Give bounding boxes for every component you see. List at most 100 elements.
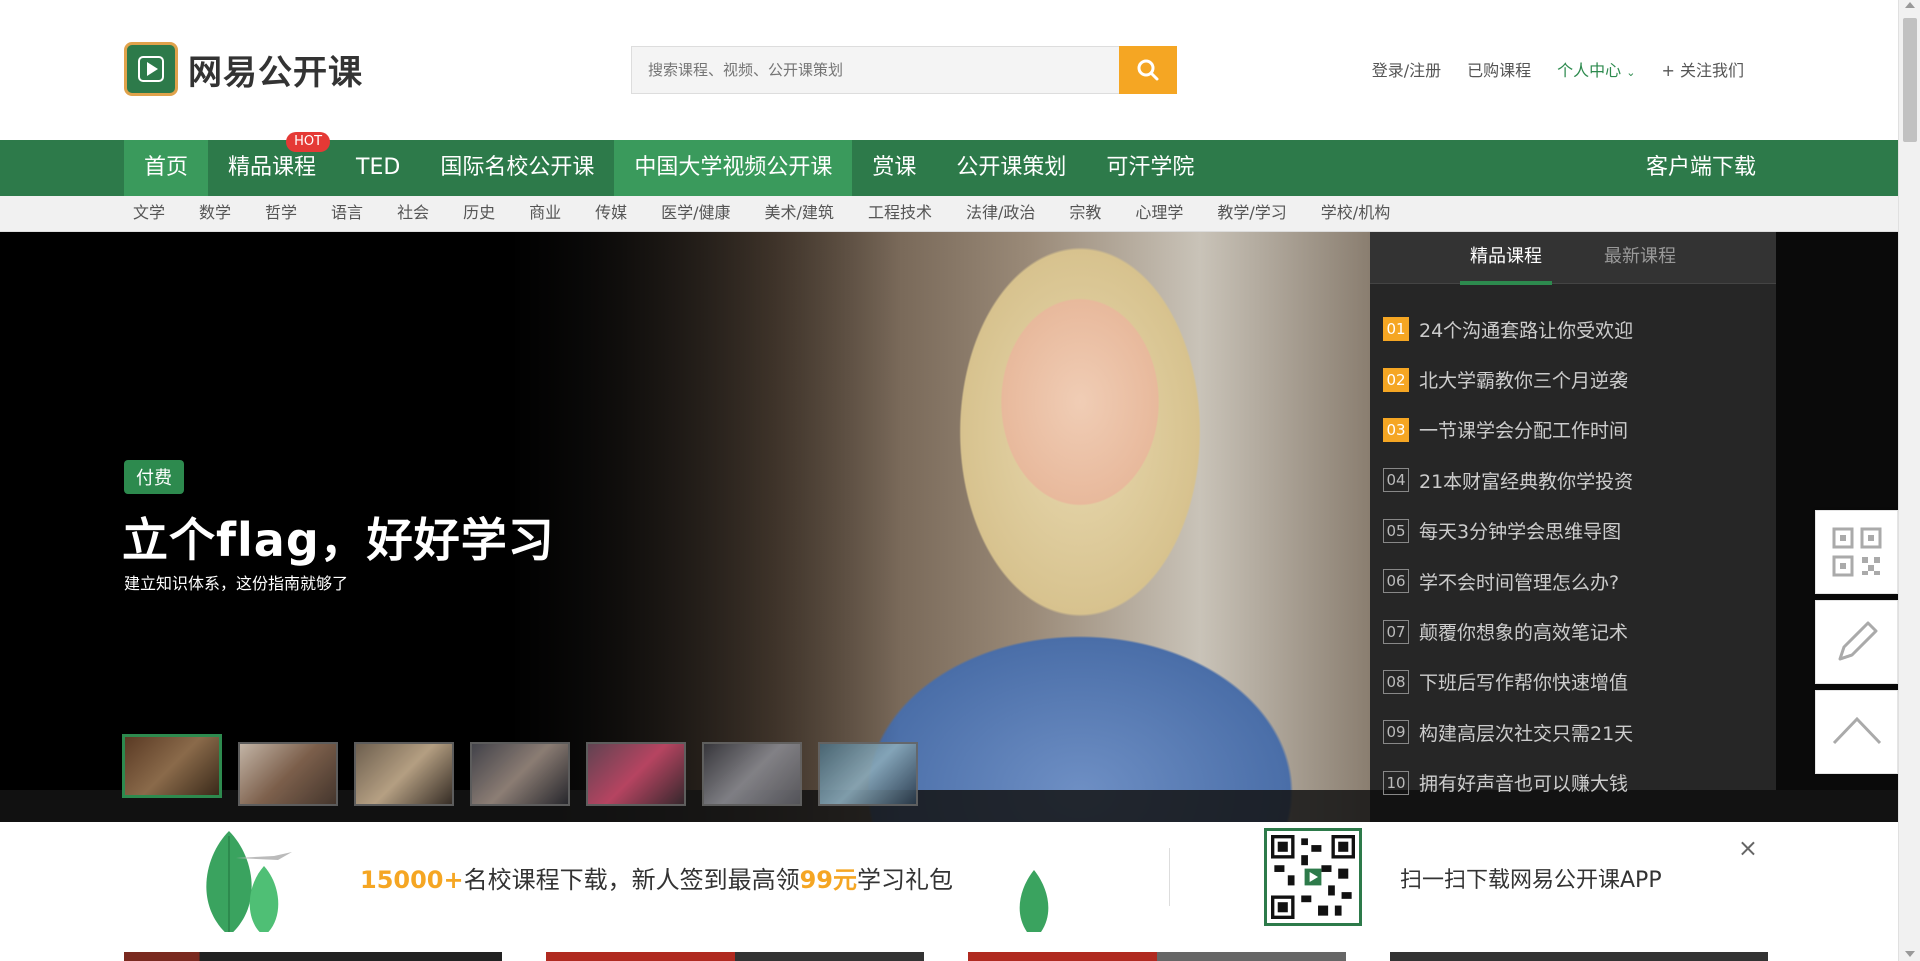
course-title: 21本财富经典教你学投资 [1419, 470, 1634, 493]
category-item[interactable]: 医学/健康 [661, 196, 730, 230]
banner-thumbnail[interactable] [586, 742, 686, 806]
scrollbar[interactable] [1898, 0, 1920, 961]
search-button[interactable] [1119, 46, 1177, 94]
tab-latest-courses[interactable]: 最新课程 [1600, 232, 1680, 283]
close-icon[interactable]: × [1738, 834, 1758, 862]
back-to-top-button[interactable] [1815, 690, 1898, 774]
category-item[interactable]: 文学 [133, 196, 165, 230]
course-title: 学不会时间管理怎么办? [1419, 571, 1620, 594]
banner-thumbnail[interactable] [122, 734, 222, 798]
category-item[interactable]: 语言 [331, 196, 363, 230]
divider [1169, 848, 1170, 906]
list-item[interactable]: 02 北大学霸教你三个月逆袭 [1370, 354, 1776, 404]
hot-badge: HOT [286, 132, 331, 152]
nav-item-khan[interactable]: 可汗学院 [1086, 140, 1214, 196]
qr-code [1264, 828, 1362, 926]
banner-thumbnail[interactable] [354, 742, 454, 806]
category-item[interactable]: 心理学 [1135, 196, 1183, 230]
promo-text-1: 名校课程下载，新人签到最高领 [463, 866, 800, 894]
nav-item-shangke[interactable]: 赏课 [852, 140, 936, 196]
category-item[interactable]: 数学 [199, 196, 231, 230]
category-item[interactable]: 工程技术 [868, 196, 932, 230]
rank-number: 03 [1383, 417, 1409, 442]
course-ranking-panel: 精品课程 最新课程 01 24个沟通套路让你受欢迎 02 北大学霸教你三个月逆袭 0… [1370, 232, 1776, 795]
nav-item-premium-label: 精品课程 [228, 155, 317, 180]
list-item[interactable]: 10 拥有好声音也可以赚大钱 [1370, 758, 1776, 808]
follow-link[interactable]: 关注我们 [1661, 57, 1744, 81]
chevron-down-icon: ⌄ [1626, 66, 1636, 79]
list-item[interactable]: 03 一节课学会分配工作时间 [1370, 405, 1776, 455]
category-item[interactable]: 哲学 [265, 196, 297, 230]
course-title: 构建高层次社交只需21天 [1419, 722, 1634, 745]
list-item[interactable]: 04 21本财富经典教你学投资 [1370, 455, 1776, 505]
list-item[interactable]: 06 学不会时间管理怎么办? [1370, 556, 1776, 606]
rank-number: 04 [1383, 468, 1409, 493]
list-item[interactable]: 05 每天3分钟学会思维导图 [1370, 506, 1776, 556]
logo-text: 网易公开课 [188, 52, 363, 93]
promo-text[interactable]: 15000+名校课程下载，新人签到最高领99元学习礼包 [360, 860, 953, 895]
main-nav: 首页 精品课程 HOT TED 国际名校公开课 中国大学视频公开课 赏课 公开课策… [0, 132, 1898, 196]
chevron-up-icon [1832, 716, 1881, 745]
nav-item-premium[interactable]: 精品课程 HOT [208, 132, 336, 196]
side-toolbar [1815, 510, 1898, 780]
plane-decoration-icon [236, 852, 292, 860]
play-logo-icon [124, 42, 178, 96]
promo-count: 15000+ [360, 866, 464, 894]
category-item[interactable]: 学校/机构 [1321, 196, 1390, 230]
list-item[interactable]: 09 构建高层次社交只需21天 [1370, 707, 1776, 757]
banner-thumbnail[interactable] [818, 742, 918, 806]
banner-title[interactable]: 立个flag，好好学习 [122, 504, 555, 570]
rank-number: 10 [1383, 770, 1409, 795]
feedback-button[interactable] [1815, 600, 1898, 684]
rank-number: 08 [1383, 669, 1409, 694]
rank-number: 02 [1383, 367, 1409, 392]
category-item[interactable]: 法律/政治 [966, 196, 1035, 230]
category-item[interactable]: 传媒 [595, 196, 627, 230]
banner-thumbnail[interactable] [702, 742, 802, 806]
banner-thumbnail[interactable] [470, 742, 570, 806]
category-item[interactable]: 商业 [529, 196, 561, 230]
scroll-thumb[interactable] [1903, 18, 1917, 142]
rank-number: 06 [1383, 569, 1409, 594]
nav-item-planning[interactable]: 公开课策划 [936, 140, 1086, 196]
card-preview [124, 952, 502, 961]
qr-code-icon [1832, 527, 1881, 577]
pencil-icon [1838, 621, 1877, 661]
rank-number: 01 [1383, 317, 1409, 342]
scroll-down-arrow-icon[interactable] [1905, 951, 1915, 957]
client-download-link[interactable]: 客户端下载 [1646, 140, 1756, 196]
course-title: 每天3分钟学会思维导图 [1419, 521, 1622, 544]
category-item[interactable]: 历史 [463, 196, 495, 230]
banner-thumbnails [122, 734, 918, 806]
promo-text-2: 学习礼包 [857, 866, 954, 894]
purchased-link[interactable]: 已购课程 [1467, 57, 1531, 81]
list-item[interactable]: 08 下班后写作帮你快速增值 [1370, 657, 1776, 707]
banner-subtitle: 建立知识体系，这份指南就够了 [124, 574, 349, 593]
tab-premium-courses[interactable]: 精品课程 [1460, 232, 1552, 285]
category-item[interactable]: 美术/建筑 [765, 196, 834, 230]
list-item[interactable]: 01 24个沟通套路让你受欢迎 [1370, 304, 1776, 354]
nav-item-ted[interactable]: TED [336, 140, 420, 196]
course-title: 颠覆你想象的高效笔记术 [1419, 622, 1629, 645]
category-item[interactable]: 宗教 [1069, 196, 1101, 230]
category-item[interactable]: 教学/学习 [1217, 196, 1286, 230]
personal-center-link[interactable]: 个人中心 ⌄ [1557, 57, 1635, 81]
rank-number: 07 [1383, 619, 1409, 644]
category-item[interactable]: 社会 [397, 196, 429, 230]
card-preview [968, 952, 1346, 961]
nav-item-international[interactable]: 国际名校公开课 [420, 140, 614, 196]
nav-item-home[interactable]: 首页 [124, 140, 209, 196]
scroll-up-arrow-icon[interactable] [1905, 2, 1915, 8]
leaf-decoration-icon [206, 831, 279, 932]
course-title: 一节课学会分配工作时间 [1419, 420, 1629, 443]
header: 网易公开课 登录/注册 已购课程 个人中心 ⌄ 关注我们 [0, 0, 1898, 140]
login-link[interactable]: 登录/注册 [1372, 57, 1441, 81]
qr-code-icon [1271, 835, 1355, 919]
banner-thumbnail[interactable] [238, 742, 338, 806]
nav-item-china-university[interactable]: 中国大学视频公开课 [614, 140, 853, 196]
logo[interactable]: 网易公开课 [124, 42, 363, 96]
list-item[interactable]: 07 颠覆你想象的高效笔记术 [1370, 606, 1776, 656]
qr-code-button[interactable] [1815, 510, 1898, 594]
course-title: 北大学霸教你三个月逆袭 [1419, 370, 1629, 393]
search-input[interactable] [631, 46, 1119, 94]
